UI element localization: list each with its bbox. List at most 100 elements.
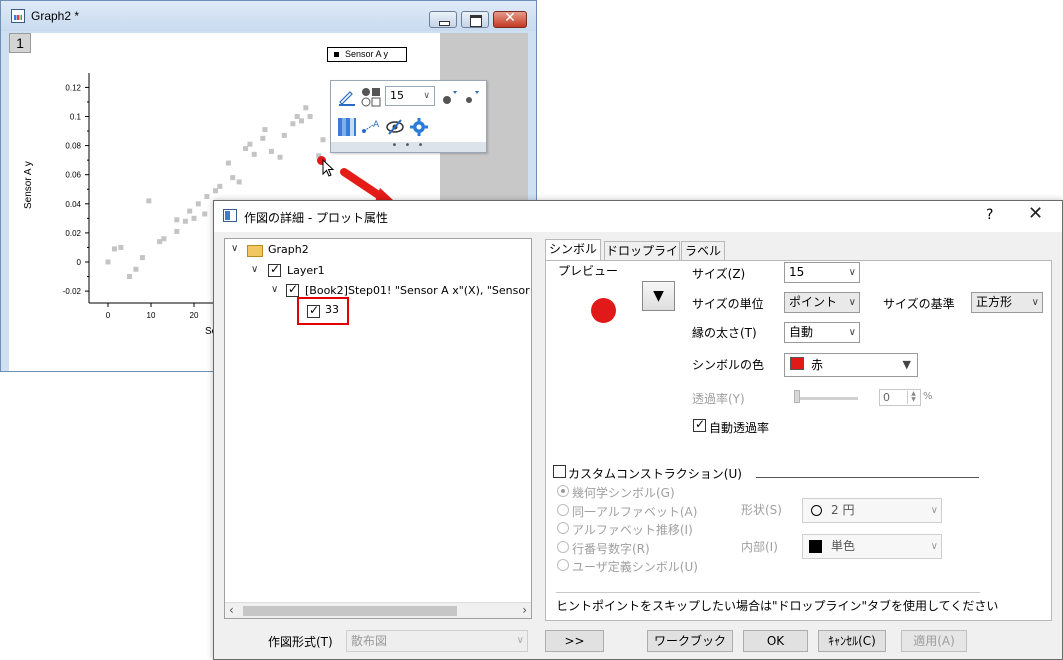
data-point: [182, 218, 188, 224]
data-point: [118, 244, 124, 250]
cancel-button[interactable]: ｷｬﾝｾﾙ(C): [818, 630, 886, 652]
scroll-right-icon[interactable]: ›: [522, 603, 527, 617]
symbol-color-combo[interactable]: 赤 ▼: [784, 353, 918, 377]
transparency-slider[interactable]: [794, 397, 858, 400]
y-tick-label: 0.02: [65, 229, 81, 238]
increase-size-icon[interactable]: [441, 87, 461, 107]
preview-toggle-button[interactable]: ▼: [642, 281, 675, 311]
transparency-slider-knob[interactable]: [794, 390, 800, 403]
plot-details-dialog[interactable]: 作図の詳細 - プロット属性 ? ✕ ∨ Graph2 ∨ Layer1 ∨ […: [213, 200, 1063, 660]
y-tick-label: 0.08: [65, 142, 81, 151]
plot-tree[interactable]: ∨ Graph2 ∨ Layer1 ∨ [Book2]Step01! "Sens…: [224, 238, 532, 619]
plot-type-value: 散布図: [351, 634, 388, 648]
scroll-left-icon[interactable]: ‹: [229, 603, 234, 617]
layer1-checkbox[interactable]: [268, 262, 281, 277]
radio-row-number[interactable]: [557, 541, 569, 553]
tab-symbol[interactable]: シンボル: [545, 239, 601, 261]
close-icon: ✕: [504, 10, 516, 26]
size-combo[interactable]: 15 ∨: [784, 262, 860, 283]
expand-button[interactable]: >>: [545, 630, 604, 652]
chevron-down-icon[interactable]: ∨: [231, 243, 238, 254]
workbook-button[interactable]: ワークブック: [647, 630, 733, 652]
minimize-button[interactable]: [429, 11, 457, 28]
tree-item-graph2[interactable]: Graph2: [268, 243, 309, 256]
transparency-spinbox[interactable]: 0 ▲ ▼: [879, 389, 921, 406]
radio-geometric[interactable]: [557, 485, 569, 497]
radio-same-letter[interactable]: [557, 504, 569, 516]
drop-line-icon[interactable]: A: [361, 117, 381, 137]
symbol-size-dropdown[interactable]: 15 ∨: [385, 86, 435, 106]
percent-label: %: [923, 391, 933, 402]
ok-button[interactable]: OK: [743, 630, 808, 652]
hide-eye-icon[interactable]: [385, 117, 405, 137]
mouse-cursor-icon: [322, 159, 335, 177]
transparency-icon[interactable]: [337, 117, 357, 137]
data-point: [251, 151, 257, 157]
hint-divider: [556, 592, 980, 593]
tree-item-layer1[interactable]: Layer1: [287, 264, 325, 277]
edge-thickness-combo[interactable]: 自動 ∨: [784, 322, 860, 343]
maximize-button[interactable]: [461, 11, 489, 28]
custom-construction-label: カスタムコンストラクション(U): [568, 467, 742, 481]
x-tick-label: 0: [106, 311, 111, 320]
data-point: [230, 175, 236, 181]
chevron-down-icon: ∨: [930, 505, 938, 516]
data-point: [161, 236, 167, 242]
plot-type-combo[interactable]: 散布図 ∨: [346, 630, 528, 652]
data-point: [139, 255, 145, 261]
apply-button[interactable]: 適用(A): [901, 630, 967, 652]
chevron-down-icon: ∨: [423, 91, 430, 101]
chevron-down-icon: ∨: [930, 541, 938, 552]
plot-checkbox[interactable]: [286, 282, 299, 297]
tree-horizontal-scrollbar[interactable]: ‹ ›: [225, 602, 531, 618]
symbol-shape-icon[interactable]: [361, 87, 381, 107]
tab-label[interactable]: ラベル: [681, 241, 725, 260]
size-combo-value: 15: [789, 265, 805, 279]
caret-down-icon: ▼: [902, 358, 911, 371]
size-basis-combo[interactable]: 正方形 ∨: [971, 292, 1043, 313]
data-point: [299, 118, 304, 124]
size-unit-combo[interactable]: ポイント ∨: [784, 292, 860, 313]
edit-pen-icon[interactable]: [337, 87, 357, 107]
radio-user-defined-label: ユーザ定義シンボル(U): [572, 560, 698, 574]
tree-item-point-33[interactable]: 33: [297, 297, 349, 325]
auto-transparency-checkbox[interactable]: [693, 417, 706, 432]
x-tick-label: 10: [147, 311, 156, 320]
radio-letter-increment[interactable]: [557, 522, 569, 534]
close-button[interactable]: ✕: [493, 10, 527, 28]
toolbar-grip[interactable]: • • •: [331, 141, 486, 152]
y-tick-label: 0: [77, 258, 82, 267]
help-button[interactable]: ?: [986, 207, 993, 223]
symbol-preview: [591, 298, 616, 323]
tree-item-plot[interactable]: [Book2]Step01! "Sensor A x"(X), "Sensor …: [305, 284, 531, 297]
dialog-close-button[interactable]: ✕: [1028, 203, 1043, 224]
interior-value: 単色: [831, 539, 856, 553]
data-point: [187, 208, 193, 214]
data-point: [157, 239, 163, 245]
chevron-down-icon[interactable]: ∨: [271, 284, 278, 295]
interior-combo[interactable]: 単色 ∨: [802, 534, 942, 559]
settings-gear-icon[interactable]: [409, 117, 429, 137]
data-point: [127, 274, 132, 280]
graph-title: Graph2 *: [31, 9, 80, 23]
plot-type-label: 作図形式(T): [268, 635, 333, 649]
data-point: [247, 141, 253, 147]
graph-titlebar[interactable]: Graph2 * ✕: [1, 1, 536, 31]
spin-arrows-icon[interactable]: ▲ ▼: [907, 391, 919, 404]
point-checkbox[interactable]: [307, 303, 320, 318]
dialog-titlebar[interactable]: 作図の詳細 - プロット属性 ? ✕: [214, 201, 1062, 232]
radio-letter-increment-label: アルファベット推移(I): [572, 523, 693, 537]
size-basis-label: サイズの基準: [883, 297, 955, 311]
chevron-down-icon[interactable]: ∨: [251, 264, 258, 275]
tab-dropline[interactable]: ドロップライン: [604, 241, 680, 276]
scroll-thumb[interactable]: [243, 606, 457, 616]
shape-combo[interactable]: 2 円 ∨: [802, 498, 942, 523]
radio-user-defined[interactable]: [557, 559, 569, 571]
mini-toolbar[interactable]: 15 ∨ A • • •: [330, 80, 487, 153]
edge-thickness-label: 縁の太さ(T): [692, 326, 757, 340]
decrease-size-icon[interactable]: [463, 87, 483, 107]
data-point: [213, 188, 218, 194]
data-point: [174, 228, 180, 234]
custom-construction-checkbox[interactable]: [553, 465, 566, 478]
transparency-value: 0: [883, 391, 890, 404]
